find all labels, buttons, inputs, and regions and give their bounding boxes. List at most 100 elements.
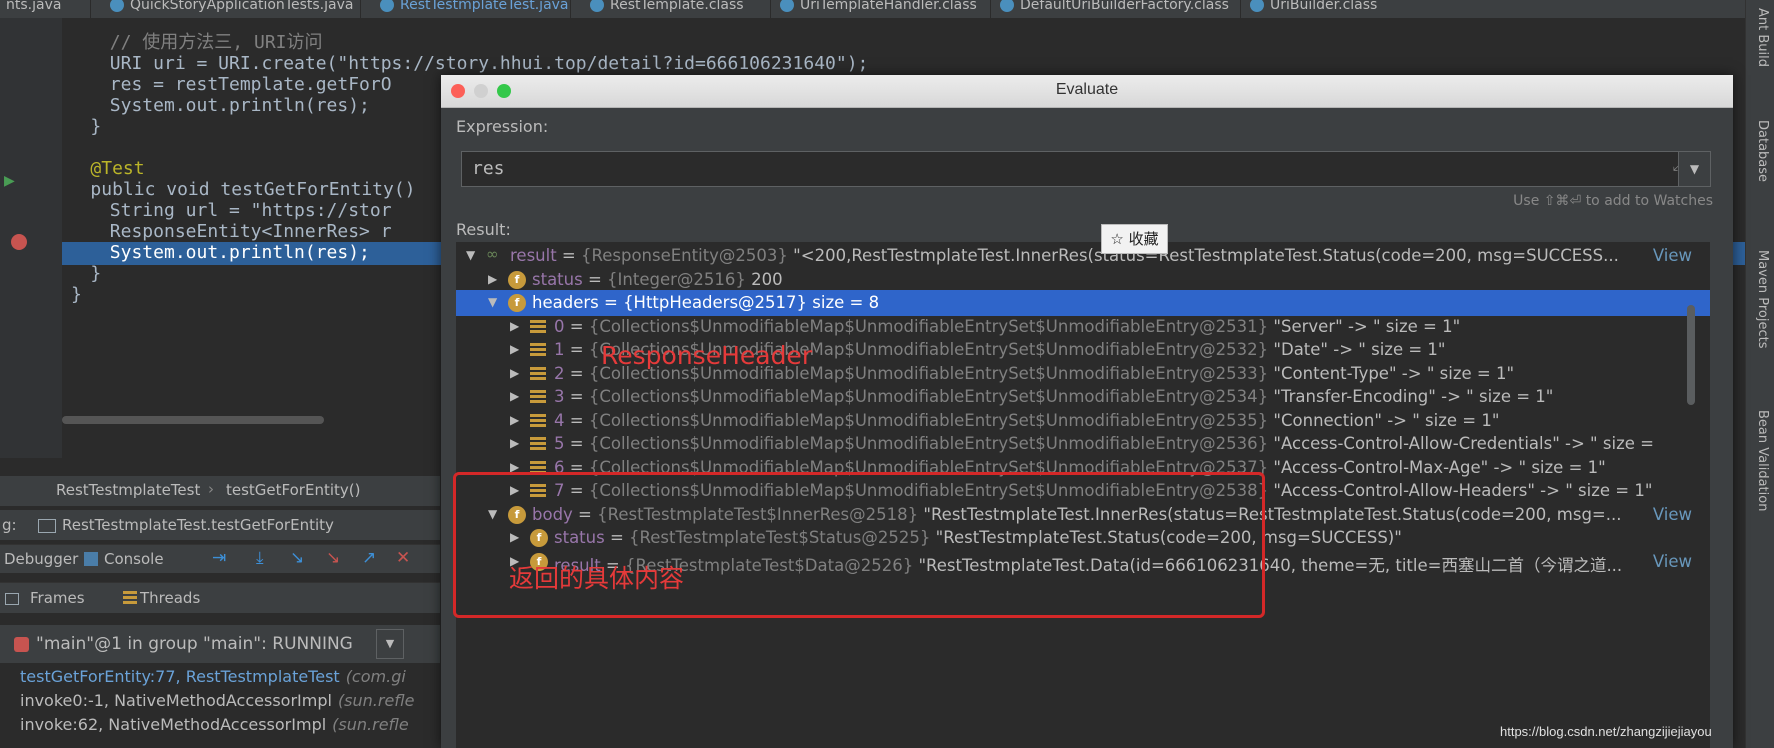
list-icon <box>530 319 546 333</box>
result-scrollbar[interactable] <box>1687 305 1695 405</box>
tab-console[interactable]: Console <box>104 550 164 568</box>
tree-row-status[interactable]: ▶ f status = {Integer@2516} 200 <box>456 267 1710 293</box>
debug-config-name[interactable]: RestTestmplateTest.testGetForEntity <box>62 516 334 534</box>
tab-label: QuickStoryApplicationTests.java <box>130 0 354 13</box>
step-out-icon[interactable]: ↘ <box>326 548 340 568</box>
tool-window-database[interactable]: Database <box>1750 120 1770 182</box>
code-line: res = restTemplate.getForO <box>109 74 392 95</box>
expand-arrow-icon[interactable]: ▶ <box>510 342 519 356</box>
editor-tab[interactable]: DefaultUriBuilderFactory.class <box>1000 0 1229 16</box>
console-icon <box>84 552 98 566</box>
expand-arrow-icon[interactable]: ▼ <box>488 295 497 309</box>
code-line: @Test <box>90 158 145 179</box>
row-value: "Access-Control-Max-Age" -> " size = 1" <box>1273 457 1606 477</box>
file-icon <box>590 0 604 12</box>
code-line: System.out.println(res); <box>109 95 370 116</box>
tab-separator <box>1240 0 1241 18</box>
tab-separator <box>570 0 571 18</box>
row-text: status = {Integer@2516} 200 <box>532 270 783 289</box>
tree-row-result[interactable]: ▼ ∞ result = {ResponseEntity@2503} "<200,R… <box>456 243 1710 269</box>
expression-input[interactable]: res ⤢ <box>461 151 1697 187</box>
watermark: https://blog.csdn.net/zhangzijiejiayou <box>1500 724 1712 739</box>
stack-frame[interactable]: testGetForEntity:77, RestTestmplateTest (… <box>20 667 406 686</box>
expression-value: res <box>472 158 505 179</box>
row-type: {Collections$UnmodifiableMap$Unmodifiabl… <box>588 387 1269 406</box>
row-eq: = <box>556 246 582 265</box>
run-icon[interactable]: ▶ <box>4 173 15 189</box>
tree-row-headers[interactable]: ▼ f headers = {HttpHeaders@2517} size = 8 <box>456 290 1710 316</box>
file-icon <box>1000 0 1014 12</box>
view-link[interactable]: View <box>1653 246 1692 265</box>
tree-row-0[interactable]: ▶ 0 = {Collections$UnmodifiableMap$Unmodi… <box>456 314 1710 340</box>
run-to-cursor-icon[interactable]: ↗ <box>362 548 376 568</box>
row-type: {Collections$UnmodifiableMap$Unmodifiabl… <box>588 410 1269 430</box>
tab-separator <box>990 0 991 18</box>
row-text: 0 = {Collections$UnmodifiableMap$Unmodif… <box>554 317 1460 336</box>
tab-label: UriTemplateHandler.class <box>800 0 977 13</box>
row-text: headers = {HttpHeaders@2517} size = 8 <box>532 293 879 312</box>
row-eq: = <box>564 316 589 336</box>
stack-frame[interactable]: invoke:62, NativeMethodAccessorImpl (sun.… <box>20 715 409 734</box>
row-eq: = <box>564 340 589 359</box>
row-value: "Server" -> " size = 1" <box>1273 316 1461 336</box>
editor-hscrollbar[interactable] <box>62 416 324 424</box>
frame-name: testGetForEntity:77, RestTestmplateTest <box>20 667 340 686</box>
debug-config-bar: g: RestTestmplateTest.testGetForEntity <box>0 510 440 540</box>
code-line: } <box>71 284 82 305</box>
force-step-into-icon[interactable]: ↘ <box>290 548 304 568</box>
editor-tab[interactable]: QuickStoryApplicationTests.java <box>110 0 353 16</box>
evaluate-dialog: Evaluate Expression: res ⤢ ▼ Use ⇧⌘⏎ to … <box>441 75 1733 748</box>
view-link[interactable]: View <box>1653 552 1692 571</box>
tab-debugger[interactable]: Debugger <box>4 550 78 568</box>
thread-selector[interactable]: "main"@1 in group "main": RUNNING ▼ <box>0 625 440 663</box>
tool-window-ant-build[interactable]: Ant Build <box>1750 8 1770 67</box>
row-type: {HttpHeaders@2517} <box>623 293 808 312</box>
row-type: {Collections$UnmodifiableMap$Unmodifiabl… <box>588 434 1269 453</box>
row-name: 0 <box>554 316 565 336</box>
code-line: ResponseEntity<InnerRes> r <box>109 221 392 242</box>
tool-window-maven-projects[interactable]: Maven Projects <box>1750 250 1770 349</box>
breakpoint-icon[interactable] <box>11 234 27 250</box>
row-value: "Transfer-Encoding" -> " size = 1" <box>1273 387 1554 406</box>
expand-arrow-icon[interactable]: ▶ <box>510 413 519 427</box>
tab-separator <box>360 0 361 18</box>
expand-arrow-icon[interactable]: ▼ <box>466 248 475 262</box>
frame-package: (com.gi <box>345 667 406 686</box>
row-type: {ResponseEntity@2503} <box>581 246 788 265</box>
list-icon <box>530 343 546 356</box>
editor-tab[interactable]: RestTestmplateTest.java <box>380 0 569 16</box>
expand-arrow-icon[interactable]: ▶ <box>510 389 519 403</box>
expand-arrow-icon[interactable]: ▶ <box>510 436 519 450</box>
breadcrumb-method[interactable]: testGetForEntity() <box>226 481 360 499</box>
row-eq: = <box>564 434 589 453</box>
expand-arrow-icon[interactable]: ▶ <box>488 272 497 286</box>
favorite-popup[interactable]: ☆ 收藏 <box>1101 224 1168 254</box>
tree-row-5[interactable]: ▶ 5 = {Collections$UnmodifiableMap$Unmodi… <box>456 431 1710 457</box>
expression-history-dropdown[interactable]: ▼ <box>1678 151 1711 187</box>
tab-threads[interactable]: Threads <box>140 589 200 607</box>
expand-arrow-icon[interactable]: ▶ <box>510 319 519 333</box>
step-over-icon[interactable]: ⇥ <box>212 548 226 568</box>
drop-frame-icon[interactable]: ✕ <box>396 548 410 568</box>
expand-arrow-icon[interactable]: ▶ <box>510 366 519 380</box>
row-text: 5 = {Collections$UnmodifiableMap$Unmodif… <box>554 434 1654 453</box>
editor-tab[interactable]: RestTemplate.class <box>590 0 744 16</box>
tree-row-3[interactable]: ▶ 3 = {Collections$UnmodifiableMap$Unmodi… <box>456 384 1710 410</box>
step-into-icon[interactable]: ⤓ <box>256 548 264 568</box>
tab-frames[interactable]: Frames <box>30 589 85 607</box>
editor-tab[interactable]: nts.java <box>6 0 61 16</box>
editor-tab[interactable]: UriBuilder.class <box>1250 0 1377 16</box>
editor-tab[interactable]: UriTemplateHandler.class <box>780 0 977 16</box>
threads-icon <box>123 591 137 605</box>
tool-window-bean-validation[interactable]: Bean Validation <box>1750 410 1770 511</box>
tree-row-4[interactable]: ▶ 4 = {Collections$UnmodifiableMap$Unmodi… <box>456 408 1710 434</box>
code-line: } <box>90 116 102 137</box>
row-value: 200 <box>751 269 783 289</box>
breadcrumb-class[interactable]: RestTestmplateTest <box>56 481 200 499</box>
row-value: "Connection" -> " size = 1" <box>1273 410 1500 430</box>
row-eq: = <box>598 293 624 312</box>
stack-frame[interactable]: invoke0:-1, NativeMethodAccessorImpl (sun… <box>20 691 414 710</box>
view-link[interactable]: View <box>1653 505 1692 524</box>
chevron-down-icon[interactable]: ▼ <box>376 629 404 659</box>
row-value: "Date" -> " size = 1" <box>1273 340 1446 359</box>
